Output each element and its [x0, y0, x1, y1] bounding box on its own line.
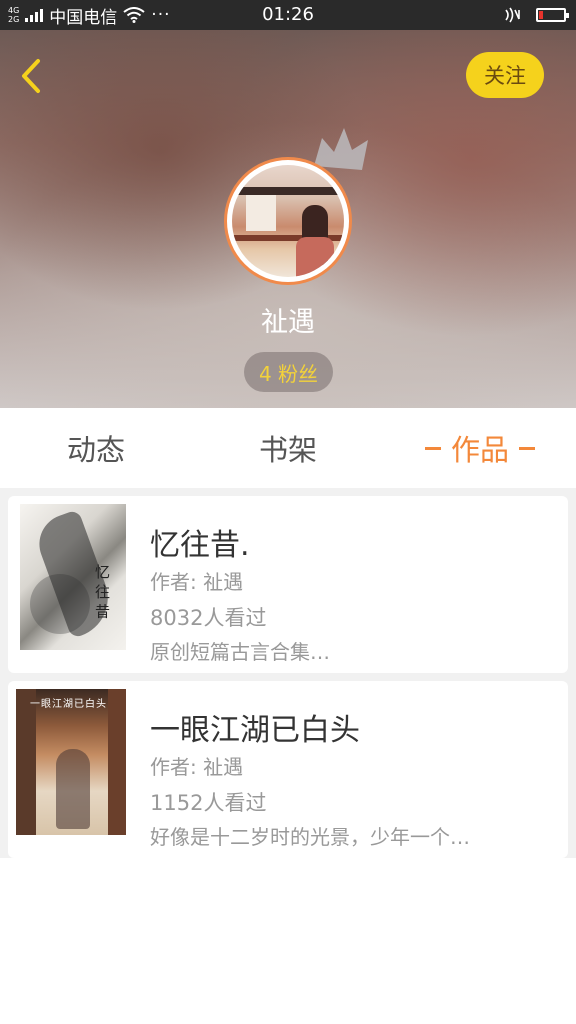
- book-cover-text: 忆 往 昔: [93, 564, 111, 619]
- username: 祉遇: [261, 307, 315, 338]
- back-arrow-icon[interactable]: [14, 56, 48, 96]
- battery-icon: [536, 8, 569, 22]
- tab-bookshelf-label: 书架: [258, 433, 317, 467]
- works-list: 忆 往 昔 忆往昔. 作者: 祉遇 8032人看过 原创短篇古言合集… 一眼江湖…: [0, 488, 576, 858]
- book-views: 1152人看过: [150, 791, 267, 815]
- profile-tabs: 动态 书架 作品: [0, 408, 576, 488]
- avatar[interactable]: [224, 157, 352, 285]
- book-author: 作者: 祉遇: [150, 570, 244, 594]
- book-card[interactable]: 忆 往 昔 忆往昔. 作者: 祉遇 8032人看过 原创短篇古言合集…: [8, 496, 568, 673]
- status-bar: 4G 2G 中国电信 ··· 01:26: [0, 0, 576, 30]
- book-cover-text: 一眼江湖已白头: [30, 699, 107, 710]
- fans-count-badge[interactable]: 4 粉丝: [244, 352, 333, 392]
- avatar-image: [232, 165, 344, 277]
- status-right: [504, 0, 569, 30]
- tab-activity-label: 动态: [66, 433, 125, 467]
- book-title: 忆往昔.: [150, 528, 250, 563]
- book-description: 原创短篇古言合集…: [150, 640, 330, 664]
- book-card[interactable]: 一眼江湖已白头 一眼江湖已白头 作者: 祉遇 1152人看过 好像是十二岁时的光…: [8, 681, 568, 858]
- book-author: 作者: 祉遇: [150, 755, 244, 779]
- tab-bookshelf[interactable]: 书架: [192, 408, 384, 488]
- follow-button[interactable]: 关注: [466, 52, 544, 98]
- book-description: 好像是十二岁时的光景，少年一个…: [150, 825, 470, 849]
- tab-active-indicator-right: [519, 446, 535, 450]
- book-cover: 一眼江湖已白头: [16, 689, 126, 835]
- nfc-icon: [505, 7, 520, 23]
- book-cover: 忆 往 昔: [20, 504, 126, 650]
- book-title: 一眼江湖已白头: [150, 713, 360, 748]
- tab-activity[interactable]: 动态: [0, 408, 192, 488]
- book-views: 8032人看过: [150, 606, 267, 630]
- tab-works-label: 作品: [450, 433, 509, 467]
- clock: 01:26: [262, 4, 314, 25]
- tab-works[interactable]: 作品: [384, 408, 576, 488]
- profile-header: 关注 祉遇 4 粉丝: [0, 30, 576, 408]
- tab-active-indicator-left: [424, 446, 441, 450]
